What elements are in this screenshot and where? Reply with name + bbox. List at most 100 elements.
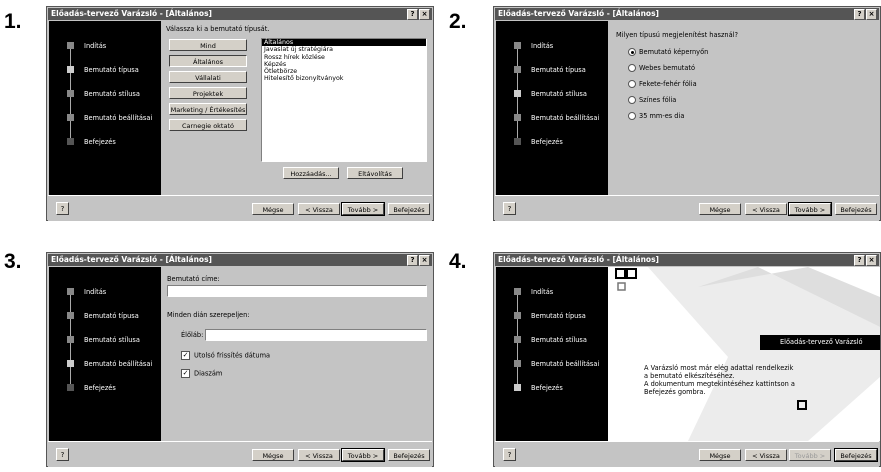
step-marker-icon <box>67 360 74 367</box>
checkbox-label: Diaszám <box>194 369 223 378</box>
footer: ? Mégse < Vissza Tovább > Befejezés <box>495 441 879 467</box>
category-corporate-button[interactable]: Vállalati <box>169 71 247 83</box>
cancel-button[interactable]: Mégse <box>699 449 741 461</box>
radio-color-overhead[interactable]: Színes fólia <box>628 96 676 104</box>
footer: ? Mégse < Vissza Tovább > Befejezés <box>48 195 432 221</box>
title-help-button[interactable]: ? <box>854 255 865 266</box>
help-button[interactable]: ? <box>503 202 516 215</box>
check-icon: ✓ <box>181 351 190 360</box>
back-button[interactable]: < Vissza <box>298 203 340 215</box>
list-item[interactable]: Rossz hírek közlése <box>262 54 426 61</box>
step-marker-icon <box>514 42 521 49</box>
finish-button[interactable]: Befejezés <box>835 203 877 215</box>
steps-sidebar: Indítás Bemutató típusa Bemutató stílusa… <box>49 21 161 195</box>
step-label: Befejezés <box>531 384 563 392</box>
radio-selected-icon <box>628 48 636 56</box>
step-marker-icon <box>514 90 521 97</box>
step-label: Befejezés <box>84 138 116 146</box>
title-close-button[interactable]: × <box>866 255 877 266</box>
category-general-button[interactable]: Általános <box>169 55 247 67</box>
list-item[interactable]: Hitelesítő bizonyítványok <box>262 75 426 82</box>
next-button[interactable]: Tovább > <box>341 202 385 216</box>
next-button[interactable]: Tovább > <box>789 449 831 461</box>
step-marker-icon <box>514 114 521 121</box>
next-button[interactable]: Tovább > <box>341 448 385 462</box>
step-label: Bemutató beállításai <box>531 360 600 368</box>
radio-label: Színes fólia <box>639 96 677 104</box>
radio-onscreen[interactable]: Bemutató képernyőn <box>628 48 708 56</box>
step-label: Bemutató típusa <box>84 312 139 320</box>
step-label: Bemutató stílusa <box>531 336 587 344</box>
radio-35mm[interactable]: 35 mm-es dia <box>628 112 684 120</box>
help-button[interactable]: ? <box>56 202 69 215</box>
step-marker-icon <box>67 114 74 121</box>
category-projects-button[interactable]: Projektek <box>169 87 247 99</box>
title-bar: Előadás-tervező Varázsló - [Általános] ?… <box>48 8 432 20</box>
cancel-button[interactable]: Mégse <box>252 203 294 215</box>
add-button[interactable]: Hozzáadás... <box>283 167 339 179</box>
footer: ? Mégse < Vissza Tovább > Befejezés <box>495 195 879 221</box>
step-marker-icon <box>514 360 521 367</box>
list-item[interactable]: Javaslat új stratégiára <box>262 46 426 53</box>
radio-label: Webes bemutató <box>639 64 696 72</box>
step-label: Bemutató stílusa <box>84 336 140 344</box>
footer: ? Mégse < Vissza Tovább > Befejezés <box>48 441 432 467</box>
radio-icon <box>628 112 636 120</box>
steps-sidebar: Indítás Bemutató típusa Bemutató stílusa… <box>496 21 608 195</box>
title-close-button[interactable]: × <box>866 9 877 20</box>
title-close-button[interactable]: × <box>419 255 430 266</box>
radio-label: Bemutató képernyőn <box>639 48 709 56</box>
title-close-button[interactable]: × <box>419 9 430 20</box>
radio-web[interactable]: Webes bemutató <box>628 64 695 72</box>
panel-number-2: 2. <box>449 10 467 33</box>
step-marker-icon <box>514 384 521 391</box>
back-button[interactable]: < Vissza <box>745 203 787 215</box>
checkbox-label: Utolsó frissítés dátuma <box>194 351 271 360</box>
type-list[interactable]: Általános Javaslat új stratégiára Rossz … <box>261 38 427 162</box>
title-help-button[interactable]: ? <box>854 9 865 20</box>
next-button[interactable]: Tovább > <box>788 202 832 216</box>
title-help-button[interactable]: ? <box>407 9 418 20</box>
step-label: Indítás <box>531 42 554 50</box>
footer-input[interactable] <box>205 329 427 341</box>
step-label: Bemutató beállításai <box>84 114 153 122</box>
radio-icon <box>628 96 636 104</box>
step-label: Indítás <box>84 288 107 296</box>
step-marker-icon <box>67 312 74 319</box>
remove-button[interactable]: Eltávolítás <box>347 167 403 179</box>
step-marker-icon <box>67 66 74 73</box>
step-label: Indítás <box>84 42 107 50</box>
presentation-title-input[interactable] <box>167 285 427 297</box>
cancel-button[interactable]: Mégse <box>699 203 741 215</box>
checkbox-last-updated[interactable]: ✓ Utolsó frissítés dátuma <box>181 351 270 360</box>
step-label: Bemutató típusa <box>84 66 139 74</box>
radio-bw-overhead[interactable]: Fekete-fehér fólia <box>628 80 697 88</box>
finish-button[interactable]: Befejezés <box>388 203 430 215</box>
window-title: Előadás-tervező Varázsló - [Általános] <box>51 255 212 264</box>
footer-label: Élőláb: <box>181 331 204 339</box>
back-button[interactable]: < Vissza <box>298 449 340 461</box>
title-help-button[interactable]: ? <box>407 255 418 266</box>
panel-number-1: 1. <box>4 10 22 33</box>
back-button[interactable]: < Vissza <box>745 449 787 461</box>
help-button[interactable]: ? <box>503 448 516 461</box>
type-prompt: Válassza ki a bemutató típusát. <box>166 25 270 33</box>
title-bar: Előadás-tervező Varázsló - [Általános] ?… <box>495 254 879 266</box>
step-label: Bemutató stílusa <box>531 90 587 98</box>
category-marketing-button[interactable]: Marketing / Értékesítés <box>169 103 247 115</box>
wizard-name-banner: Előadás-tervező Varázsló <box>760 335 880 350</box>
wizard-window-1: Előadás-tervező Varázsló - [Általános] ?… <box>46 6 434 221</box>
step-label: Bemutató stílusa <box>84 90 140 98</box>
steps-sidebar: Indítás Bemutató típusa Bemutató stílusa… <box>49 267 161 441</box>
help-button[interactable]: ? <box>56 448 69 461</box>
step-marker-icon <box>514 336 521 343</box>
category-carnegie-button[interactable]: Carnegie oktató <box>169 119 247 131</box>
finish-button[interactable]: Befejezés <box>834 448 878 462</box>
main-area: Bemutató címe: Minden dián szerepeljen: … <box>161 267 433 441</box>
cancel-button[interactable]: Mégse <box>252 449 294 461</box>
category-all-button[interactable]: Mind <box>169 39 247 51</box>
checkbox-slide-number[interactable]: ✓ Diaszám <box>181 369 222 378</box>
step-label: Bemutató típusa <box>531 312 586 320</box>
finish-button[interactable]: Befejezés <box>388 449 430 461</box>
step-label: Bemutató beállításai <box>531 114 600 122</box>
